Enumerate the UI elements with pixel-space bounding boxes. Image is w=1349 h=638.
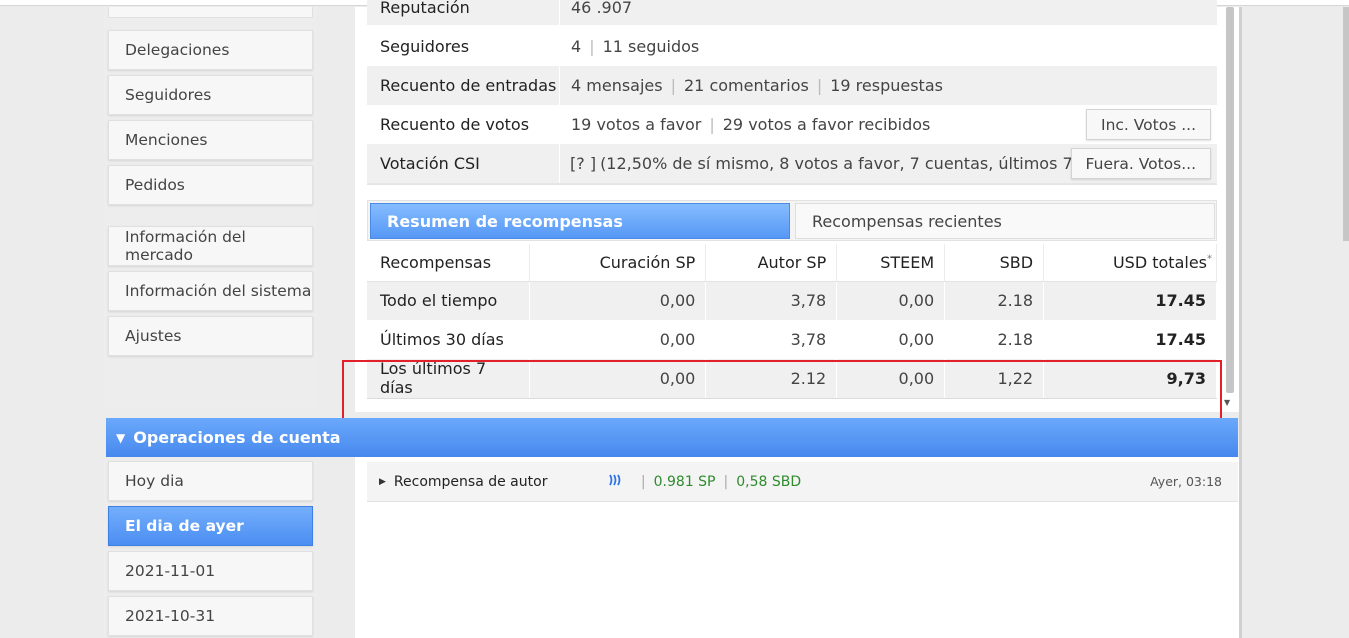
- sidebar-item-label: Pedidos: [125, 176, 185, 194]
- footnote-marker: *: [1207, 253, 1212, 265]
- sidebar-item-label: Ajustes: [125, 327, 182, 345]
- column-header: Autor SP: [705, 244, 838, 282]
- column-header: SBD: [944, 244, 1045, 282]
- row-period: Todo el tiempo: [367, 281, 531, 320]
- separator: |: [723, 473, 729, 490]
- comments-count: 21 comentarios: [684, 76, 809, 95]
- separator: |: [640, 473, 646, 490]
- sidebar-item-label: Seguidores: [125, 86, 212, 104]
- posts-value: 4 mensajes | 21 comentarios | 19 respues…: [560, 66, 1217, 105]
- operations-title: Operaciones de cuenta: [133, 428, 341, 447]
- separator: |: [709, 115, 715, 134]
- csi-help-link[interactable]: [? ]: [570, 154, 596, 173]
- steem-value: 0,00: [836, 320, 946, 359]
- votes-received: 29 votos a favor recibidos: [722, 115, 931, 134]
- separator: |: [670, 76, 676, 95]
- history-entry-title: Recompensa de autor: [393, 473, 548, 490]
- usd-total: 17.45: [1043, 320, 1217, 359]
- followers-row: Seguidores 4 | 11 seguidos: [367, 27, 1217, 66]
- sidebar-item-label: Delegaciones: [125, 41, 230, 59]
- following-count[interactable]: 11 seguidos: [603, 37, 700, 56]
- csi-text: (12,50% de sí mismo, 8 votos a favor, 7 …: [600, 154, 1117, 173]
- page-divider: [1239, 7, 1242, 638]
- date-item-yesterday[interactable]: El dia de ayer: [108, 506, 313, 546]
- reputation-row: Reputación 46 .907: [367, 0, 1217, 25]
- scroll-down-arrow-icon[interactable]: ▼: [1224, 398, 1230, 407]
- csi-label: Votación CSI: [367, 144, 560, 183]
- table-row: Todo el tiempo 0,00 3,78 0,00 2.18 17.45: [367, 281, 1217, 320]
- author-sp: 3,78: [705, 281, 838, 320]
- followers-value: 4 | 11 seguidos: [560, 27, 1217, 66]
- csi-row: Votación CSI [? ] (12,50% de sí mismo, 8…: [367, 144, 1217, 183]
- separator: |: [816, 76, 823, 95]
- date-item-label: 2021-10-31: [125, 607, 216, 625]
- sidebar-item-label: Menciones: [125, 131, 208, 149]
- sidebar-item-followers[interactable]: Seguidores: [108, 75, 313, 115]
- sidebar-item-cutoff[interactable]: [108, 7, 313, 18]
- sidebar-item-mentions[interactable]: Menciones: [108, 120, 313, 160]
- tab-recent-rewards[interactable]: Recompensas recientes: [795, 203, 1215, 239]
- column-header: USD totales*: [1043, 244, 1217, 282]
- votes-row: Recuento de votos 19 votos a favor | 29 …: [367, 105, 1217, 144]
- usd-total: 17.45: [1043, 281, 1217, 320]
- history-sp-amount: 0.981 SP: [653, 473, 716, 490]
- operations-header[interactable]: ▼ Operaciones de cuenta: [106, 418, 1238, 457]
- date-item-2021-10-31[interactable]: 2021-10-31: [108, 596, 313, 636]
- sidebar-item-label: Información del sistema: [125, 282, 312, 300]
- date-item-today[interactable]: Hoy dia: [108, 461, 313, 501]
- reputation-label: Reputación: [367, 0, 560, 25]
- posts-count: 4 mensajes: [571, 76, 663, 95]
- sidebar-item-orders[interactable]: Pedidos: [108, 165, 313, 205]
- steem-value: 0,00: [836, 281, 946, 320]
- sbd-value: 2.18: [944, 320, 1045, 359]
- votes-given: 19 votos a favor: [571, 115, 702, 134]
- sidebar-item-market-info[interactable]: Información del mercado: [108, 226, 313, 266]
- steem-logo-icon: [609, 474, 623, 490]
- table-row: Últimos 30 días 0,00 3,78 0,00 2.18 17.4…: [367, 320, 1217, 359]
- history-timestamp: Ayer, 03:18: [1150, 474, 1222, 489]
- history-sbd-amount: 0,58 SBD: [736, 473, 802, 490]
- sbd-value: 2.18: [944, 281, 1045, 320]
- usd-total-header: USD totales: [1112, 252, 1207, 272]
- highlight-annotation-box: [342, 360, 1222, 423]
- inc-votes-button[interactable]: Inc. Votos ...: [1086, 109, 1211, 140]
- followers-label: Seguidores: [367, 27, 560, 66]
- column-header: STEEM: [836, 244, 946, 282]
- sidebar-item-label: Información del mercado: [125, 228, 246, 264]
- author-sp: 3,78: [705, 320, 838, 359]
- caret-down-icon: ▼: [116, 430, 126, 445]
- date-item-label: 2021-11-01: [125, 562, 216, 580]
- row-period: Últimos 30 días: [367, 320, 531, 359]
- reputation-value: 46 .907: [571, 0, 633, 17]
- tab-rewards-summary[interactable]: Resumen de recompensas: [370, 203, 790, 239]
- posts-row: Recuento de entradas 4 mensajes | 21 com…: [367, 66, 1217, 105]
- window-scrollbar-thumb[interactable]: [1343, 7, 1349, 241]
- posts-label: Recuento de entradas: [367, 66, 560, 105]
- sidebar-item-system-info[interactable]: Información del sistema: [108, 271, 313, 311]
- curation-sp: 0,00: [529, 281, 707, 320]
- votes-label: Recuento de votos: [367, 105, 560, 144]
- date-item-label: El dia de ayer: [125, 517, 244, 535]
- date-item-2021-11-01[interactable]: 2021-11-01: [108, 551, 313, 591]
- replies-count: 19 respuestas: [830, 76, 943, 95]
- info-divider: [367, 183, 1217, 185]
- table-header-row: Recompensas Curación SP Autor SP STEEM S…: [367, 244, 1217, 282]
- column-header: Curación SP: [529, 244, 707, 282]
- separator: |: [589, 37, 595, 56]
- sidebar-item-delegations[interactable]: Delegaciones: [108, 30, 313, 70]
- date-item-label: Hoy dia: [125, 472, 184, 490]
- followers-count[interactable]: 4: [571, 37, 581, 56]
- column-header: Recompensas: [367, 244, 531, 282]
- steem-logo-svg: [609, 474, 621, 485]
- caret-right-icon[interactable]: ▶: [379, 477, 386, 487]
- scrollbar-thumb[interactable]: [1226, 7, 1234, 393]
- history-entry[interactable]: ▶ Recompensa de autor | 0.981 SP | 0,58 …: [367, 462, 1238, 502]
- out-votes-button[interactable]: Fuera. Votos...: [1070, 148, 1211, 179]
- sidebar-item-settings[interactable]: Ajustes: [108, 316, 313, 356]
- curation-sp: 0,00: [529, 320, 707, 359]
